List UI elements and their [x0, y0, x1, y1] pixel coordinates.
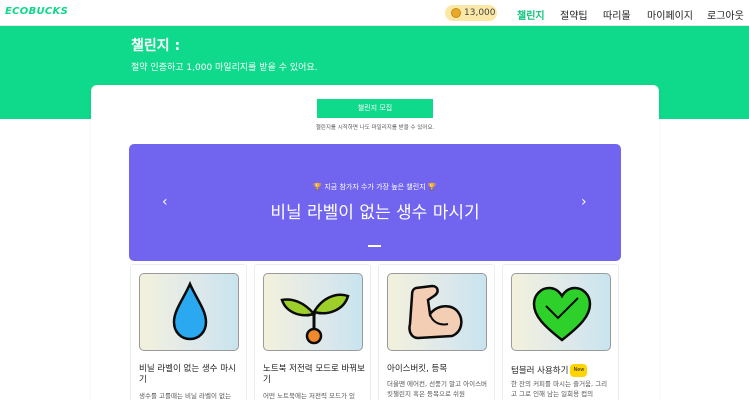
card-description: 한 잔의 커피를 마시는 즐거움, 그리고 그로 인해 남는 일회용 컵의	[511, 380, 608, 398]
nav-saving-tips[interactable]: 절약팁	[560, 7, 588, 22]
card-image	[387, 273, 487, 351]
sprout-icon	[280, 293, 350, 345]
flexed-arm-icon	[408, 284, 463, 340]
card-description: 더울땐 에어컨, 선풍기 말고 아이스버킷챌린지 혹은 등목으로 쉬원	[387, 380, 488, 398]
challenge-card[interactable]: 비닐 라벨이 없는 생수 마시기 생수를 고를때는 비닐 라벨이 없는	[130, 264, 247, 400]
page-subtitle: 절약 인증하고 1,000 마일리지를 받을 수 있어요.	[131, 63, 318, 73]
carousel-next-button[interactable]: ›	[581, 194, 587, 210]
carousel-title[interactable]: 비닐 라벨이 없는 생수 마시기	[129, 198, 621, 223]
card-title: 노트북 저전력 모드로 바꿔보기	[263, 364, 365, 385]
card-title: 아이스버킷, 등목	[387, 364, 448, 374]
green-heart-icon	[532, 286, 592, 342]
nav-logout[interactable]: 로그아웃	[707, 7, 744, 22]
challenge-card[interactable]: 노트북 저전력 모드로 바꿔보기 어떤 노트북에는 저전력 모드가 있	[254, 264, 371, 400]
new-badge: New	[570, 364, 588, 377]
recruit-challenge-button[interactable]: 챌린지 모집	[317, 99, 433, 118]
water-drop-icon	[172, 280, 208, 341]
nav-mall[interactable]: 따리몰	[603, 7, 631, 22]
card-description: 어떤 노트북에는 저전력 모드가 있	[263, 392, 355, 400]
card-description: 생수를 고를때는 비닐 라벨이 없는	[139, 392, 231, 400]
card-image	[139, 273, 239, 351]
nav-mypage[interactable]: 마이페이지	[647, 7, 693, 22]
page-title: 챌린지 :	[131, 38, 181, 54]
card-image	[511, 273, 611, 351]
card-image	[263, 273, 363, 351]
coin-amount: 13,000	[464, 8, 496, 18]
card-title: 텀블러 사용하기 New	[511, 364, 615, 377]
top-navbar: ECOBUCKS 13,000 챌린지 절약팁 따리몰 마이페이지 로그아웃	[0, 0, 749, 26]
card-title-text: 텀블러 사용하기	[511, 366, 569, 376]
featured-carousel: ‹ 🏆 지금 참가자 수가 가장 높은 챌린지 🏆 비닐 라벨이 없는 생수 마…	[129, 144, 621, 261]
coin-balance: 13,000	[445, 5, 497, 21]
card-title: 비닐 라벨이 없는 생수 마시기	[139, 364, 236, 385]
carousel-caption: 🏆 지금 참가자 수가 가장 높은 챌린지 🏆	[313, 183, 437, 191]
challenge-card[interactable]: 텀블러 사용하기 New 한 잔의 커피를 마시는 즐거움, 그리고 그로 인해 …	[502, 264, 619, 400]
nav-challenge[interactable]: 챌린지	[517, 7, 545, 22]
logo[interactable]: ECOBUCKS	[5, 6, 68, 17]
recruit-note: 챌린지를 시작하면 나도 마일리지를 받을 수 있어요.	[315, 125, 435, 131]
challenge-card[interactable]: 아이스버킷, 등목 더울땐 에어컨, 선풍기 말고 아이스버킷챌린지 혹은 등목…	[378, 264, 495, 400]
carousel-indicator[interactable]	[368, 245, 381, 247]
coin-icon	[451, 8, 461, 18]
